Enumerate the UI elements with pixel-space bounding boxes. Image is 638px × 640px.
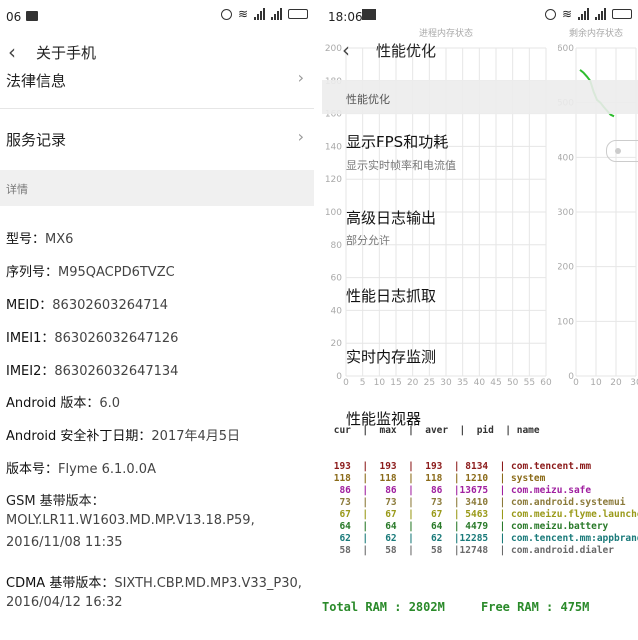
back-arrow-icon[interactable]: ‹ — [342, 38, 350, 62]
signal-icon-2 — [271, 8, 282, 20]
title-bar: ‹ 关于手机 — [0, 36, 314, 68]
x-tick-label: 30 — [440, 378, 452, 386]
battery-icon — [288, 9, 308, 19]
process-table: cur | max | aver | pid | name 193 | 193 … — [328, 401, 638, 581]
x-tick-label: 30 — [630, 378, 638, 386]
status-bar: 18:06 ≋ — [322, 0, 638, 30]
info-meid: MEID：86302603264714 — [6, 298, 169, 313]
menu-item-log-capture[interactable]: 性能日志抓取 — [346, 285, 436, 306]
info-serial: 序列号：M95QACPD6TVZC — [6, 265, 175, 280]
title-bar: ‹ 性能优化 — [322, 34, 638, 66]
section-header: 详情 — [0, 170, 314, 206]
x-tick-label: 40 — [474, 378, 486, 386]
y-tick-label: 40 — [331, 306, 343, 316]
total-ram: Total RAM : 2802M — [322, 600, 445, 614]
free-ram: Free RAM : 475M — [481, 600, 590, 614]
chevron-right-icon: › — [297, 68, 304, 87]
fps-toggle[interactable] — [606, 140, 638, 162]
process-table-header: cur | max | aver | pid | name — [328, 425, 540, 436]
info-imei2: IMEI2：863026032647134 — [6, 364, 179, 379]
x-tick-label: 45 — [490, 378, 501, 386]
settings-row-service[interactable]: 服务记录 › — [0, 118, 314, 162]
x-tick-label: 25 — [424, 378, 435, 386]
panel-divider — [314, 0, 322, 640]
wifi-icon: ≋ — [561, 7, 572, 21]
process-row: 58 | 58 | 58 |12748 | com.android.dialer — [328, 545, 614, 556]
chevron-right-icon: › — [297, 127, 304, 146]
y-tick-label: 100 — [558, 317, 574, 327]
x-tick-label: 20 — [610, 378, 622, 386]
activity-icon — [362, 9, 376, 20]
wifi-icon: ≋ — [237, 7, 248, 21]
process-row: 86 | 86 | 86 |13675 | com.meizu.safe — [328, 485, 592, 496]
process-row: 193 | 193 | 193 | 8134 | com.tencent.mm — [328, 461, 592, 472]
x-tick-label: 0 — [573, 378, 579, 386]
x-tick-label: 60 — [540, 378, 552, 386]
status-time: 06 — [6, 10, 22, 24]
about-phone-screen: 06 ≋ ‹ 关于手机 法律信息 › 服务记录 › 详情 型号：MX6 序列号：… — [0, 0, 314, 640]
x-tick-label: 35 — [457, 378, 468, 386]
x-tick-label: 10 — [374, 378, 386, 386]
alarm-icon — [220, 8, 232, 20]
x-tick-label: 10 — [590, 378, 602, 386]
info-android-version: Android 版本：6.0 — [6, 396, 121, 411]
process-row: 67 | 67 | 67 | 5463 | com.meizu.flyme.la… — [328, 509, 638, 520]
menu-item-log-output-sub: 部分允许 — [346, 234, 390, 247]
x-tick-label: 20 — [407, 378, 419, 386]
process-row: 118 | 118 | 118 | 1210 | system — [328, 473, 546, 484]
image-notification-icon — [26, 11, 38, 21]
alarm-icon — [544, 8, 556, 20]
menu-item-performance[interactable]: 性能优化 — [346, 91, 390, 107]
back-arrow-icon[interactable]: ‹ — [8, 40, 16, 64]
signal-icon — [578, 8, 589, 20]
y-tick-label: 120 — [325, 175, 342, 185]
settings-row-label: 服务记录 — [6, 131, 67, 149]
y-tick-label: 300 — [558, 208, 574, 218]
process-row: 64 | 64 | 64 | 4479 | com.meizu.battery — [328, 521, 609, 532]
process-row: 62 | 62 | 62 |12285 | com.tencent.mm:app… — [328, 533, 638, 544]
info-model: 型号：MX6 — [6, 232, 74, 247]
x-tick-label: 50 — [507, 378, 519, 386]
menu-item-fps-sub: 显示实时帧率和电流值 — [346, 159, 456, 172]
info-cdma-date: 2016/04/12 16:32 — [6, 595, 123, 610]
settings-row-legal[interactable]: 法律信息 › — [0, 68, 314, 109]
menu-item-fps[interactable]: 显示FPS和功耗 — [346, 131, 448, 152]
y-tick-label: 0 — [336, 372, 342, 382]
info-gsm-date: 2016/11/08 11:35 — [6, 535, 123, 550]
info-cdma: CDMA 基带版本：SIXTH.CBP.MD.MP3.V33_P30, — [6, 576, 302, 591]
battery-icon — [612, 9, 632, 19]
y-tick-label: 400 — [558, 153, 574, 163]
y-tick-label: 140 — [325, 142, 342, 152]
info-gsm-value: MOLY.LR11.W1603.MD.MP.V13.18.P59, — [6, 513, 255, 528]
status-time: 18:06 — [328, 10, 363, 24]
info-build-number: 版本号：Flyme 6.1.0.0A — [6, 462, 156, 477]
x-tick-label: 55 — [524, 378, 535, 386]
info-imei1: IMEI1：863026032647126 — [6, 331, 179, 346]
x-tick-label: 15 — [390, 378, 401, 386]
menu-item-memory-monitor[interactable]: 实时内存监测 — [346, 346, 436, 367]
settings-row-label: 法律信息 — [6, 72, 67, 90]
y-tick-label: 20 — [331, 339, 343, 349]
performance-screen: 进程内存状态2001801601401201008060402000510152… — [322, 0, 638, 640]
x-tick-label: 5 — [360, 378, 366, 386]
process-row: 73 | 73 | 73 | 3410 | com.android.system… — [328, 497, 626, 508]
info-security-patch: Android 安全补丁日期：2017年4月5日 — [6, 429, 241, 444]
signal-icon — [254, 8, 265, 20]
y-tick-label: 60 — [331, 274, 343, 284]
status-bar: 06 ≋ — [0, 0, 314, 30]
y-tick-label: 100 — [325, 208, 342, 218]
info-gsm-label: GSM 基带版本： — [6, 494, 105, 509]
section-title: 详情 — [6, 183, 28, 196]
x-tick-label: 0 — [343, 378, 349, 386]
menu-item-log-output[interactable]: 高级日志输出 — [346, 207, 436, 228]
page-title: 性能优化 — [376, 42, 437, 60]
signal-icon-2 — [595, 8, 606, 20]
y-tick-label: 200 — [558, 263, 574, 273]
y-tick-label: 80 — [331, 241, 343, 251]
page-title: 关于手机 — [36, 44, 97, 62]
